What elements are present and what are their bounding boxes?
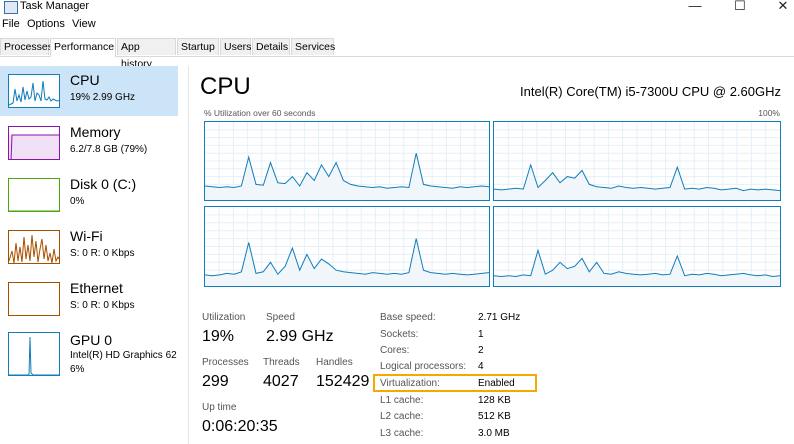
uptime-label: Up time bbox=[202, 402, 237, 413]
core-graph-svg bbox=[494, 207, 780, 286]
cpu-model: Intel(R) Core(TM) i5-7300U CPU @ 2.60GHz bbox=[520, 84, 781, 99]
menu-file[interactable]: File bbox=[2, 18, 20, 30]
cpu-thumbnail bbox=[8, 74, 60, 108]
detail-value: 1 bbox=[478, 329, 484, 340]
tab-performance[interactable]: Performance bbox=[50, 38, 116, 57]
processes-value: 299 bbox=[202, 373, 229, 390]
detail-value: 2 bbox=[478, 345, 484, 356]
detail-label: Logical processors: bbox=[380, 361, 467, 372]
detail-label: Base speed: bbox=[380, 312, 436, 323]
detail-value: 512 KB bbox=[478, 411, 511, 422]
processes-label: Processes bbox=[202, 357, 249, 368]
close-button[interactable]: ✕ bbox=[768, 0, 794, 14]
sidebar-item-wifi[interactable]: Wi-Fi S: 0 R: 0 Kbps bbox=[0, 222, 178, 272]
sidebar-label-disk: Disk 0 (C:) bbox=[70, 176, 137, 192]
detail-value: 3.0 MB bbox=[478, 428, 510, 439]
sidebar-item-disk[interactable]: Disk 0 (C:) 0% bbox=[0, 170, 178, 220]
window-title: Task Manager bbox=[20, 0, 90, 12]
menu-bar: File Options View bbox=[0, 17, 794, 33]
sidebar-item-ethernet[interactable]: Ethernet S: 0 R: 0 Kbps bbox=[0, 274, 178, 324]
utilization-label: Utilization bbox=[202, 312, 246, 323]
sidebar-label-gpu: GPU 0 bbox=[70, 332, 113, 348]
core-graph-svg bbox=[205, 122, 489, 200]
threads-value: 4027 bbox=[263, 373, 299, 390]
tab-strip: Processes Performance App history Startu… bbox=[0, 38, 794, 70]
core-graph-2 bbox=[204, 206, 490, 287]
tab-processes[interactable]: Processes bbox=[0, 38, 53, 55]
detail-label: L2 cache: bbox=[380, 411, 424, 422]
sidebar-item-memory[interactable]: Memory 6.2/7.8 GB (79%) bbox=[0, 118, 178, 168]
core-graph-svg bbox=[494, 122, 780, 200]
sidebar-label-memory: Memory bbox=[70, 124, 121, 140]
sidebar-sub-gpu: Intel(R) HD Graphics 62 bbox=[70, 350, 177, 361]
threads-label: Threads bbox=[263, 357, 300, 368]
detail-label: Sockets: bbox=[380, 329, 419, 340]
sidebar-sub-wifi: S: 0 R: 0 Kbps bbox=[70, 248, 135, 259]
detail-label: L3 cache: bbox=[380, 428, 424, 439]
tab-services[interactable]: Services bbox=[291, 38, 335, 55]
tab-app-history[interactable]: App history bbox=[117, 38, 176, 70]
menu-view[interactable]: View bbox=[72, 18, 96, 30]
handles-value: 152429 bbox=[316, 373, 370, 390]
virtualization-highlight bbox=[373, 374, 537, 392]
tab-users[interactable]: Users bbox=[220, 38, 251, 55]
disk-thumbnail bbox=[8, 178, 60, 212]
graph-caption: % Utilization over 60 seconds bbox=[204, 108, 316, 118]
task-manager-icon bbox=[4, 1, 18, 14]
tab-details[interactable]: Details bbox=[252, 38, 290, 55]
sidebar-sub2-gpu: 6% bbox=[70, 364, 85, 375]
sidebar-sub-cpu: 19% 2.99 GHz bbox=[70, 92, 136, 103]
speed-label: Speed bbox=[266, 312, 295, 323]
detail-value: 2.71 GHz bbox=[478, 312, 521, 323]
utilization-value: 19% bbox=[202, 328, 235, 345]
core-graph-1 bbox=[493, 121, 781, 201]
sidebar-sub-disk: 0% bbox=[70, 196, 85, 207]
minimize-button[interactable]: — bbox=[680, 0, 710, 14]
sidebar-item-cpu[interactable]: CPU 19% 2.99 GHz bbox=[0, 66, 178, 116]
panel-divider[interactable] bbox=[188, 66, 189, 444]
title-bar: Task Manager — ☐ ✕ bbox=[0, 0, 794, 16]
uptime-value: 0:06:20:35 bbox=[202, 418, 278, 435]
sidebar-label-ethernet: Ethernet bbox=[70, 280, 123, 296]
memory-thumbnail bbox=[8, 126, 60, 160]
sidebar-item-gpu[interactable]: GPU 0 Intel(R) HD Graphics 62 6% bbox=[0, 326, 178, 382]
sidebar-sub-memory: 6.2/7.8 GB (79%) bbox=[70, 144, 148, 155]
ethernet-thumbnail bbox=[8, 282, 60, 316]
tab-startup[interactable]: Startup bbox=[177, 38, 219, 55]
gpu-thumbnail bbox=[8, 332, 60, 376]
resource-sidebar: CPU 19% 2.99 GHz Memory 6.2/7.8 GB (79%)… bbox=[0, 66, 178, 444]
menu-options[interactable]: Options bbox=[27, 18, 65, 30]
detail-label: Cores: bbox=[380, 345, 410, 356]
core-graph-0 bbox=[204, 121, 490, 201]
sidebar-sub-ethernet: S: 0 R: 0 Kbps bbox=[70, 300, 135, 311]
speed-value: 2.99 GHz bbox=[266, 328, 334, 345]
core-graph-svg bbox=[205, 207, 489, 286]
handles-label: Handles bbox=[316, 357, 353, 368]
sidebar-label-cpu: CPU bbox=[70, 72, 100, 88]
wifi-thumbnail bbox=[8, 230, 60, 264]
sidebar-label-wifi: Wi-Fi bbox=[70, 228, 103, 244]
cpu-title: CPU bbox=[200, 73, 251, 100]
detail-label: L1 cache: bbox=[380, 395, 424, 406]
core-graph-3 bbox=[493, 206, 781, 287]
detail-value: 4 bbox=[478, 361, 484, 372]
detail-value: 128 KB bbox=[478, 395, 511, 406]
maximize-button[interactable]: ☐ bbox=[725, 0, 755, 14]
graph-max-label: 100% bbox=[758, 108, 780, 118]
